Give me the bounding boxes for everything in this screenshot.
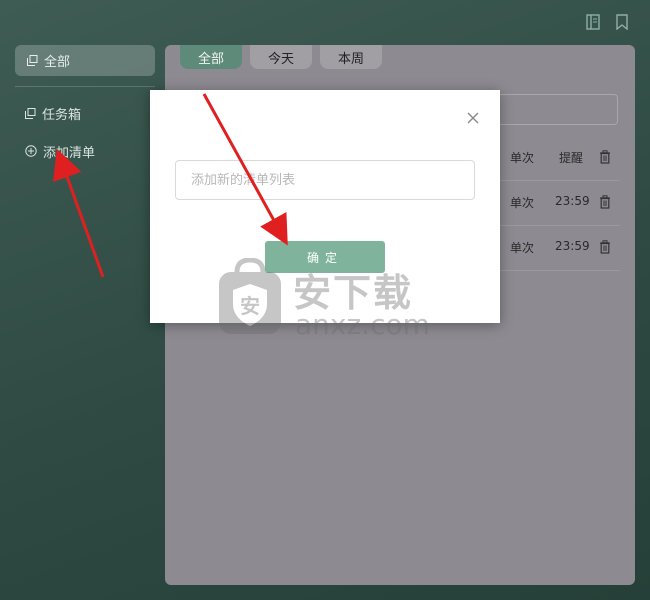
plus-circle-icon: [25, 145, 37, 157]
task-row[interactable]: 单次 23:59: [500, 225, 620, 271]
list-name-input[interactable]: [175, 160, 475, 200]
notebook-icon[interactable]: [586, 14, 600, 30]
sidebar-item-label: 任务箱: [42, 107, 82, 123]
task-time: 23:59: [555, 239, 590, 253]
copy-icon: [25, 107, 36, 119]
task-input[interactable]: [500, 94, 618, 125]
trash-icon[interactable]: [599, 194, 611, 209]
repeat-header: 单次: [510, 151, 535, 165]
reminder-header: 提醒: [559, 151, 584, 165]
task-row[interactable]: 单次 23:59: [500, 180, 620, 226]
sidebar-item-add-list[interactable]: 添加清单: [15, 137, 155, 165]
tab-this-week[interactable]: 本周: [320, 45, 383, 69]
sidebar-item-inbox[interactable]: 任务箱: [15, 99, 155, 127]
sidebar-item-label: 全部: [44, 55, 71, 70]
task-header-row: 单次 提醒: [500, 135, 620, 181]
trash-icon[interactable]: [599, 239, 611, 254]
sidebar: 全部 任务箱 添加清单: [0, 0, 165, 600]
task-repeat: 单次: [510, 241, 535, 255]
bookmark-icon[interactable]: [616, 14, 630, 31]
window-top-icons: [586, 14, 630, 31]
close-icon[interactable]: [466, 110, 480, 124]
task-time: 23:59: [555, 194, 590, 208]
tab-all[interactable]: 全部: [180, 45, 243, 69]
copy-icon: [27, 55, 38, 66]
tab-today[interactable]: 今天: [250, 45, 313, 69]
add-list-dialog: 确定: [150, 90, 500, 323]
confirm-button[interactable]: 确定: [265, 241, 385, 273]
sidebar-item-all[interactable]: 全部: [15, 45, 155, 76]
trash-icon[interactable]: [599, 149, 611, 164]
tab-bar: 全部 今天 本周: [180, 45, 383, 69]
sidebar-divider: [15, 86, 155, 87]
task-repeat: 单次: [510, 196, 535, 210]
sidebar-item-label: 添加清单: [43, 145, 96, 161]
